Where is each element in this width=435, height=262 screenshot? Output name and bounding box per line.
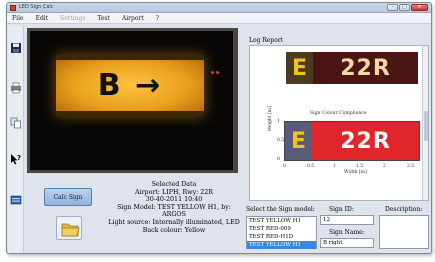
manufacturer-info: ARGOS — [162, 211, 186, 219]
datetime-info: 30-40-2011 10:40 — [145, 196, 203, 204]
plot-title: Sign Colour Compliance — [310, 111, 367, 116]
log-scroll-thumb[interactable] — [424, 111, 428, 141]
help-pointer-icon[interactable]: ? — [10, 153, 22, 165]
xtick: 1.5 — [356, 164, 364, 169]
menu-airport[interactable]: Airport — [122, 15, 144, 22]
log-scrollbar[interactable] — [422, 46, 428, 200]
menu-bar: File Edit Settings Test Airport ? — [7, 13, 431, 24]
print-icon[interactable] — [10, 82, 22, 94]
copy-icon[interactable] — [10, 117, 22, 129]
sign-id-field[interactable]: 12 — [320, 215, 374, 225]
back-colour-info: Back colour: Yellow — [142, 226, 206, 234]
left-toolbar: ? — [8, 26, 24, 253]
xtick: 2.5 — [407, 164, 415, 169]
sign-id-label: Sign ID: — [329, 206, 354, 213]
plot-ylabel: Height [m] — [268, 106, 273, 131]
illuminated-sign: B → — [56, 55, 204, 116]
light-marker — [216, 71, 219, 74]
sign-model-list[interactable]: TEST YELLOW H1 TEST RED-009 TEST RED-H1D… — [246, 216, 317, 249]
close-button[interactable]: ✕ — [411, 4, 428, 11]
description-label: Description: — [385, 206, 423, 213]
title-bar: LED Sign Calc – □ ✕ — [7, 3, 431, 13]
app-icon — [10, 5, 16, 11]
xtick: 0 — [283, 164, 286, 169]
sign-name-field[interactable]: B right — [320, 238, 374, 248]
menu-file[interactable]: File — [12, 15, 24, 22]
list-item[interactable]: TEST RED-009 — [247, 225, 316, 233]
list-item-selected[interactable]: TEST YELLOW H1 — [247, 241, 316, 249]
folder-icon — [61, 223, 80, 237]
list-item[interactable]: TEST RED-H1D — [247, 233, 316, 241]
menu-edit[interactable]: Edit — [36, 15, 49, 22]
airport-info: Airport: LIPH, Rwy: 22R — [134, 188, 214, 196]
list-item[interactable]: TEST YELLOW H1 — [247, 217, 316, 225]
plot-xlabel: Width [m] — [344, 170, 367, 175]
xtick: 1 — [333, 164, 336, 169]
sign-name-label: Sign Name: — [329, 229, 365, 236]
open-folder-button[interactable] — [56, 216, 82, 240]
compliance-plot: E 22R — [284, 121, 420, 161]
sign-model-label: Select the Sign model: — [246, 206, 315, 213]
xtick: 0.5 — [307, 164, 315, 169]
sign-model-info: Sign Model: TEST YELLOW H1, by: — [117, 203, 231, 211]
compliance-sign-image: E 22R — [285, 122, 419, 160]
menu-help[interactable]: ? — [156, 15, 159, 22]
ytick: 0 — [277, 157, 280, 162]
light-source-info: Light source: Internally illuminated, LE… — [108, 218, 240, 226]
captured-sign-image: E 22R — [286, 52, 418, 84]
minimize-button[interactable]: – — [387, 4, 398, 11]
selected-data-panel: Selected Data Airport: LIPH, Rwy: 22R 30… — [99, 181, 249, 234]
maximize-button[interactable]: □ — [399, 4, 410, 11]
selected-data-heading: Selected Data — [151, 181, 197, 188]
sign-text: B → — [97, 68, 163, 103]
ytick: 1 — [277, 119, 280, 124]
app-window: LED Sign Calc – □ ✕ File Edit Settings T… — [6, 2, 432, 254]
log-report-title: Log Report — [249, 37, 284, 44]
svg-text:?: ? — [17, 154, 21, 162]
save-icon[interactable] — [10, 42, 22, 54]
description-field[interactable] — [379, 215, 429, 249]
log-report-panel: E 22R Sign Colour Compliance Height [m] … — [249, 45, 429, 201]
database-icon[interactable] — [10, 194, 22, 206]
menu-settings[interactable]: Settings — [60, 15, 85, 22]
window-title: LED Sign Calc — [19, 4, 54, 10]
light-marker — [211, 71, 214, 74]
calc-sign-button[interactable]: Calc Sign — [44, 188, 92, 206]
camera-view: B → — [27, 28, 238, 173]
xtick: 2 — [383, 164, 386, 169]
menu-test[interactable]: Test — [97, 15, 110, 22]
